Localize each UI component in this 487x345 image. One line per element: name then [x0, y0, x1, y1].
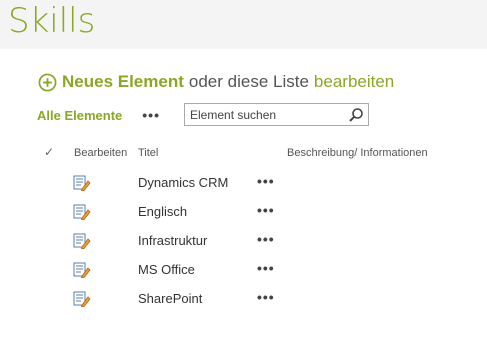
edit-item-icon[interactable] — [73, 204, 91, 220]
edit-item-icon[interactable] — [73, 262, 91, 278]
search-box — [184, 103, 369, 126]
list-header: ✓ Bearbeiten Titel Beschreibung/ Informa… — [0, 143, 487, 163]
header-edit: Bearbeiten — [74, 147, 128, 159]
page-title: Skills — [8, 1, 96, 41]
title-band: Skills — [0, 0, 487, 49]
view-more-button[interactable]: ••• — [142, 107, 160, 123]
search-input[interactable] — [185, 104, 345, 125]
item-more-button[interactable]: ••• — [257, 289, 275, 305]
item-title[interactable]: Dynamics CRM — [138, 175, 228, 190]
select-all-checkmark-icon[interactable]: ✓ — [44, 145, 54, 159]
view-all-items[interactable]: Alle Elemente — [37, 108, 122, 123]
list-item: MS Office ••• — [0, 255, 487, 284]
header-description[interactable]: Beschreibung/ Informationen — [287, 147, 428, 159]
header-title[interactable]: Titel — [138, 147, 158, 159]
list-item: Infrastruktur ••• — [0, 226, 487, 255]
list-item: Englisch ••• — [0, 197, 487, 226]
list-item: Dynamics CRM ••• — [0, 168, 487, 197]
edit-list-link[interactable]: bearbeiten — [314, 72, 394, 92]
item-more-button[interactable]: ••• — [257, 202, 275, 218]
item-title[interactable]: Infrastruktur — [138, 233, 207, 248]
item-title[interactable]: MS Office — [138, 262, 195, 277]
edit-item-icon[interactable] — [73, 291, 91, 307]
edit-item-icon[interactable] — [73, 233, 91, 249]
command-bar-text: oder diese Liste — [188, 72, 309, 91]
command-bar: Neues Element oder diese Liste bearbeite… — [38, 70, 394, 94]
view-selector: Alle Elemente ••• — [37, 102, 160, 128]
list-body: Dynamics CRM ••• Englisch ••• Infrastruk… — [0, 168, 487, 313]
new-item-link[interactable]: Neues Element — [62, 72, 184, 92]
circle-plus-icon[interactable] — [38, 73, 57, 92]
item-title[interactable]: SharePoint — [138, 291, 202, 306]
magnifier-icon[interactable] — [348, 107, 364, 123]
item-more-button[interactable]: ••• — [257, 260, 275, 276]
list-item: SharePoint ••• — [0, 284, 487, 313]
item-more-button[interactable]: ••• — [257, 173, 275, 189]
item-more-button[interactable]: ••• — [257, 231, 275, 247]
edit-item-icon[interactable] — [73, 175, 91, 191]
item-title[interactable]: Englisch — [138, 204, 187, 219]
